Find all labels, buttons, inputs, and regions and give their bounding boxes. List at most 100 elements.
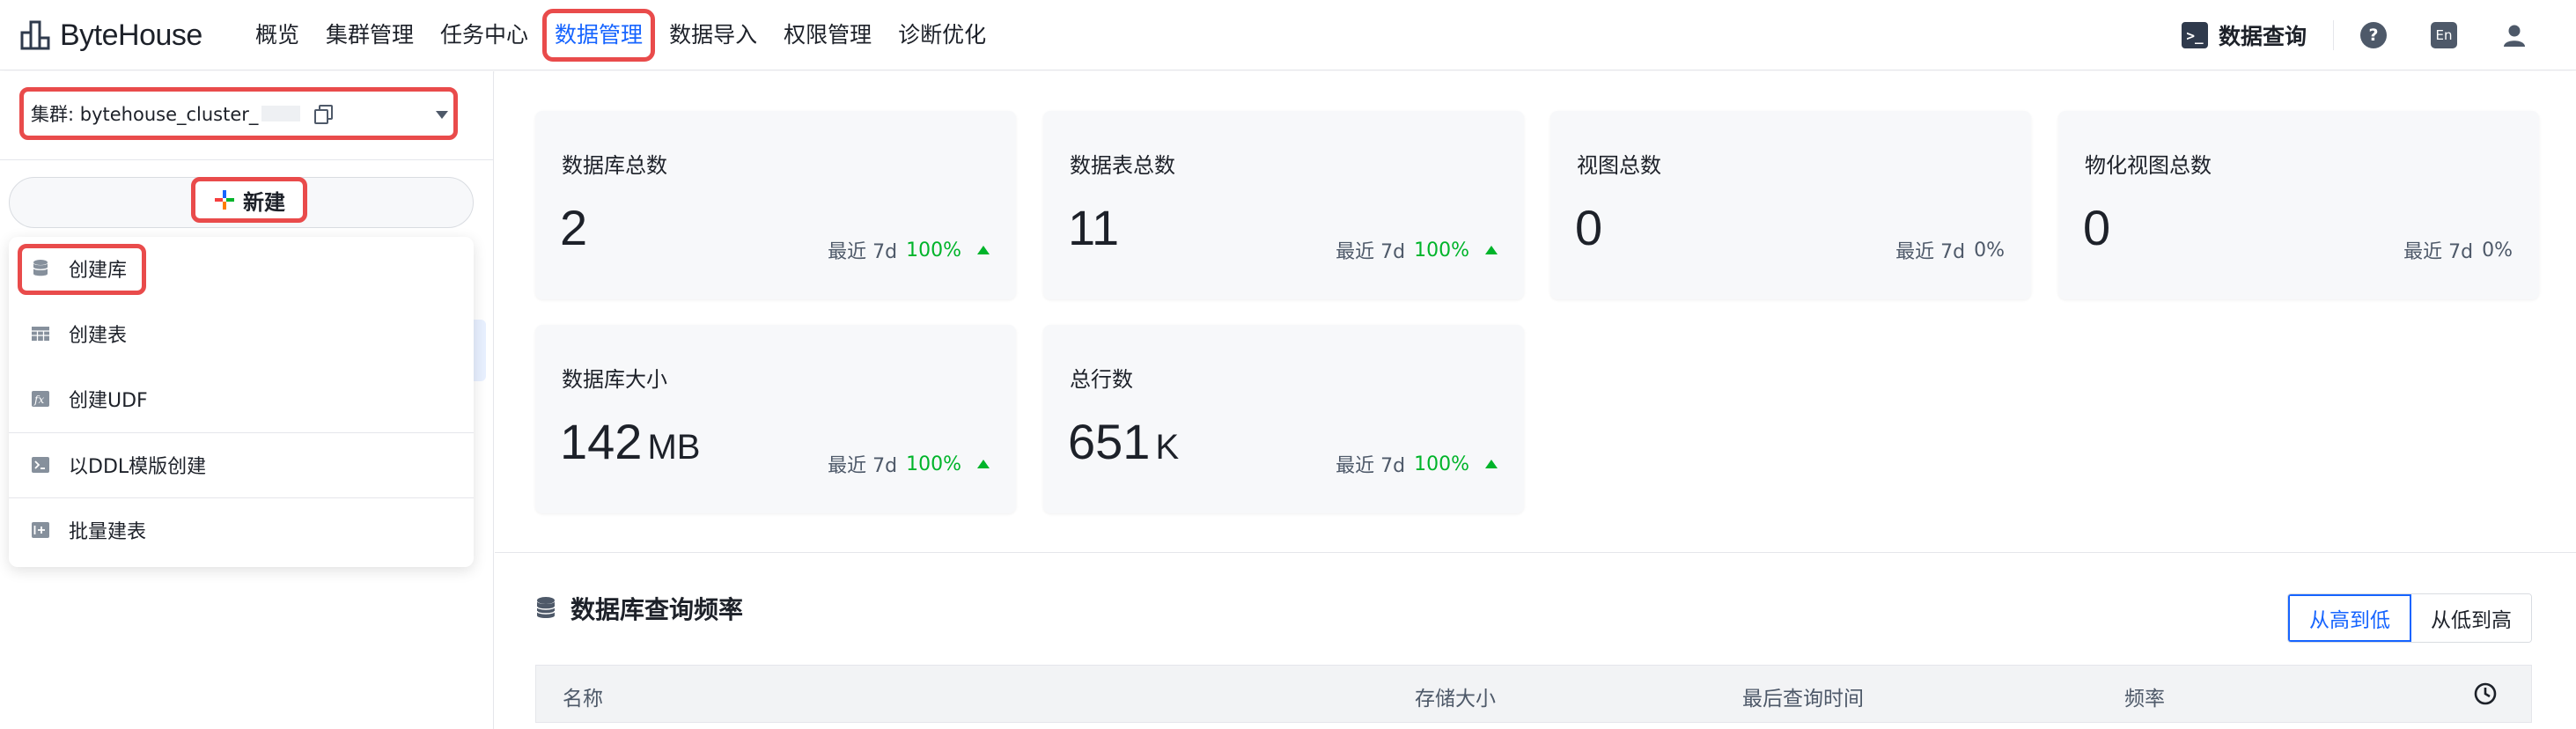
- trend-percent: 0%: [2482, 239, 2513, 261]
- sidebar: 集群: bytehouse_cluster_ 新建 创建库 创建表 fx 创建U…: [0, 71, 494, 729]
- cluster-select[interactable]: 集群: bytehouse_cluster_: [19, 87, 458, 140]
- nav-divider: [2333, 20, 2334, 50]
- batch-add-icon: [32, 522, 49, 538]
- nav-item-cluster[interactable]: 集群管理: [326, 0, 414, 70]
- menu-item-create-database[interactable]: 创建库: [9, 237, 474, 300]
- nav-item-tasks[interactable]: 任务中心: [440, 0, 528, 70]
- cluster-label: 集群: bytehouse_cluster_: [31, 104, 259, 125]
- stat-trend: 最近 7d 100%: [1336, 236, 1498, 264]
- column-header-name[interactable]: 名称: [563, 681, 603, 711]
- stat-card-materialized-view-count: 物化视图总数 0 最近 7d 0%: [2058, 111, 2539, 299]
- language-icon[interactable]: En: [2431, 22, 2457, 48]
- menu-item-label: 以DDL模版创建: [69, 456, 207, 478]
- sort-toggle: 从高到低 从低到高: [2287, 593, 2532, 643]
- highlight-box: [18, 244, 146, 295]
- menu-item-create-table[interactable]: 创建表: [9, 302, 474, 365]
- nav-item-overview[interactable]: 概览: [255, 0, 299, 70]
- table-icon: [32, 327, 49, 341]
- stat-title: 数据表总数: [1070, 153, 1175, 178]
- nav-item-diagnostics[interactable]: 诊断优化: [898, 0, 986, 70]
- menu-item-create-udf[interactable]: fx 创建UDF: [9, 367, 474, 431]
- main-content: 数据库总数 2 最近 7d 100% 数据表总数 11 最近 7d 100% 视…: [495, 71, 2576, 729]
- trend-up-icon: [1485, 460, 1498, 468]
- stat-trend: 最近 7d 100%: [828, 236, 990, 264]
- trend-period: 最近 7d: [828, 455, 898, 477]
- stat-card-view-count: 视图总数 0 最近 7d 0%: [1550, 111, 2031, 299]
- trend-period: 最近 7d: [1336, 455, 1406, 477]
- cluster-name-mask: [261, 106, 301, 122]
- terminal-icon: >_: [2181, 22, 2208, 48]
- query-frequency-header: 数据库查询频率: [535, 591, 743, 626]
- stat-title: 总行数: [1070, 367, 1133, 392]
- column-header-frequency[interactable]: 频率: [2124, 681, 2165, 711]
- stat-trend: 最近 7d 100%: [1336, 450, 1498, 478]
- section-divider: [495, 552, 2576, 553]
- menu-item-batch-create[interactable]: 批量建表: [9, 498, 474, 562]
- bytehouse-logo-icon: [20, 20, 50, 50]
- sort-asc-button[interactable]: 从低到高: [2411, 594, 2531, 642]
- trend-percent: 0%: [1974, 239, 2005, 261]
- trend-percent: 100%: [1414, 239, 1469, 261]
- stat-title: 数据库大小: [562, 367, 667, 392]
- new-button-label: 新建: [243, 189, 285, 215]
- terminal-icon: [32, 457, 49, 473]
- menu-item-label: 创建UDF: [69, 390, 148, 412]
- top-nav: ByteHouse 概览 集群管理 任务中心 数据管理 数据导入 权限管理 诊断…: [0, 0, 2576, 70]
- stat-title: 物化视图总数: [2085, 153, 2212, 178]
- sort-desc-button[interactable]: 从高到低: [2288, 594, 2411, 642]
- stat-trend: 最近 7d 0%: [2403, 236, 2513, 264]
- function-icon: fx: [32, 391, 49, 407]
- svg-text:fx: fx: [33, 394, 44, 406]
- new-dropdown-menu: 创建库 创建表 fx 创建UDF 以DDL模版创建 批量建表: [9, 237, 474, 567]
- plus-icon: [215, 190, 234, 210]
- stat-card-database-size: 数据库大小 142 MB 最近 7d 100%: [535, 325, 1016, 513]
- column-header-storage[interactable]: 存储大小: [1415, 681, 1496, 711]
- data-query-label: 数据查询: [2218, 24, 2307, 49]
- trend-up-icon: [1485, 246, 1498, 254]
- database-icon: [536, 597, 556, 618]
- copy-icon[interactable]: [314, 105, 334, 124]
- brand-name: ByteHouse: [60, 18, 202, 52]
- trend-period: 最近 7d: [1336, 241, 1406, 263]
- stat-card-total-rows: 总行数 651 K 最近 7d 100%: [1043, 325, 1524, 513]
- new-button-bar[interactable]: 新建: [9, 177, 474, 228]
- stat-value: 11: [1068, 200, 1120, 255]
- stat-trend: 最近 7d 0%: [1895, 236, 2005, 264]
- help-icon[interactable]: ?: [2360, 22, 2387, 48]
- trend-up-icon: [977, 246, 990, 254]
- stat-value: 0: [1575, 200, 1603, 255]
- stat-value: 142 MB: [560, 414, 701, 469]
- user-icon[interactable]: [2501, 22, 2528, 48]
- new-button[interactable]: 新建: [191, 177, 307, 223]
- trend-period: 最近 7d: [1895, 241, 1966, 263]
- menu-item-ddl-template[interactable]: 以DDL模版创建: [9, 433, 474, 497]
- stat-title: 视图总数: [1577, 153, 1661, 178]
- data-query-button[interactable]: >_ 数据查询: [2181, 19, 2307, 51]
- stat-trend: 最近 7d 100%: [828, 450, 990, 478]
- chevron-down-icon: [436, 111, 448, 119]
- trend-percent: 100%: [906, 239, 961, 261]
- stat-value: 0: [2083, 200, 2111, 255]
- trend-period: 最近 7d: [828, 241, 898, 263]
- stat-value: 2: [560, 200, 588, 255]
- sidebar-divider: [0, 159, 493, 160]
- main-nav: 概览 集群管理 任务中心 数据管理 数据导入 权限管理 诊断优化: [255, 0, 1012, 70]
- nav-right: >_ 数据查询 ? En: [2181, 0, 2576, 70]
- nav-item-data-import[interactable]: 数据导入: [669, 0, 757, 70]
- table-header: 名称 存储大小 最后查询时间 频率: [535, 665, 2532, 723]
- stat-card-table-count: 数据表总数 11 最近 7d 100%: [1043, 111, 1524, 299]
- trend-percent: 100%: [1414, 453, 1469, 475]
- trend-up-icon: [977, 460, 990, 468]
- column-header-last-query[interactable]: 最后查询时间: [1742, 681, 1864, 711]
- nav-item-data-management[interactable]: 数据管理: [542, 0, 656, 70]
- clock-icon[interactable]: [2473, 681, 2498, 706]
- selected-row-edge: [474, 320, 486, 381]
- stat-title: 数据库总数: [562, 153, 667, 178]
- query-frequency-title: 数据库查询频率: [570, 595, 744, 624]
- trend-period: 最近 7d: [2403, 241, 2474, 263]
- menu-item-label: 创建表: [69, 325, 128, 347]
- logo[interactable]: ByteHouse: [19, 16, 202, 55]
- menu-item-label: 批量建表: [69, 521, 147, 543]
- nav-item-permissions[interactable]: 权限管理: [784, 0, 872, 70]
- trend-percent: 100%: [906, 453, 961, 475]
